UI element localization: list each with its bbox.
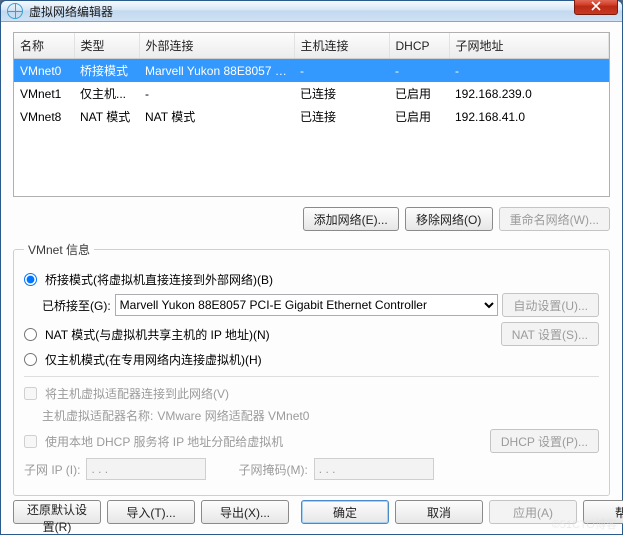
dhcp-row: 使用本地 DHCP 服务将 IP 地址分配给虚拟机 DHCP 设置(P)... [24, 429, 599, 453]
close-icon [591, 1, 601, 11]
bridge-to-label: 已桥接至(G): [42, 297, 111, 314]
col-name[interactable]: 名称 [14, 33, 74, 59]
divider [24, 376, 599, 377]
hostonly-radio-row: 仅主机模式(在专用网络内连接虚拟机)(H) [24, 351, 599, 368]
hostonly-radio-label: 仅主机模式(在专用网络内连接虚拟机)(H) [45, 351, 262, 368]
vmnet-info-legend: VMnet 信息 [24, 241, 94, 258]
col-dhcp[interactable]: DHCP [389, 33, 449, 59]
col-host[interactable]: 主机连接 [294, 33, 389, 59]
app-icon [7, 3, 23, 19]
bridge-adapter-combo[interactable]: Marvell Yukon 88E8057 PCI-E Gigabit Ethe… [115, 294, 499, 316]
vmnet-info-group: VMnet 信息 桥接模式(将虚拟机直接连接到外部网络)(B) 已桥接至(G):… [13, 241, 610, 496]
cancel-button[interactable]: 取消 [395, 500, 483, 524]
adapter-name-label: 主机虚拟适配器名称: [42, 407, 153, 424]
dhcp-label: 使用本地 DHCP 服务将 IP 地址分配给虚拟机 [45, 433, 283, 450]
add-network-button[interactable]: 添加网络(E)... [303, 207, 399, 231]
bottom-buttons: 还原默认设置(R) 导入(T)... 导出(X)... 确定 取消 应用(A) … [13, 500, 610, 524]
nat-radio[interactable] [24, 328, 37, 341]
bridge-radio-row: 桥接模式(将虚拟机直接连接到外部网络)(B) [24, 271, 599, 288]
nat-radio-label: NAT 模式(与虚拟机共享主机的 IP 地址)(N) [45, 326, 270, 343]
restore-defaults-button[interactable]: 还原默认设置(R) [13, 500, 101, 524]
dhcp-checkbox [24, 435, 37, 448]
connect-host-checkbox [24, 387, 37, 400]
table-buttons: 添加网络(E)... 移除网络(O) 重命名网络(W)... [13, 207, 610, 231]
col-subnet[interactable]: 子网地址 [449, 33, 609, 59]
connect-host-row: 将主机虚拟适配器连接到此网络(V) [24, 385, 599, 402]
import-button[interactable]: 导入(T)... [107, 500, 195, 524]
nat-settings-button: NAT 设置(S)... [501, 322, 599, 346]
subnet-mask-label: 子网掩码(M): [238, 461, 307, 478]
apply-button: 应用(A) [489, 500, 577, 524]
content: 名称 类型 外部连接 主机连接 DHCP 子网地址 VMnet0桥接模式Marv… [1, 22, 622, 534]
bridge-to-row: 已桥接至(G): Marvell Yukon 88E8057 PCI-E Gig… [42, 293, 599, 317]
hostonly-radio[interactable] [24, 353, 37, 366]
subnet-ip-label: 子网 IP (I): [24, 461, 80, 478]
table-row[interactable]: VMnet0桥接模式Marvell Yukon 88E8057 PCI-...-… [14, 59, 609, 83]
window-title: 虚拟网络编辑器 [29, 3, 574, 20]
ok-button[interactable]: 确定 [301, 500, 389, 524]
window: 虚拟网络编辑器 名称 类型 外部连接 主机连接 DHCP 子网地址 VMnet0… [0, 0, 623, 535]
subnet-ip-input [86, 458, 206, 480]
rename-network-button: 重命名网络(W)... [499, 207, 610, 231]
auto-settings-button: 自动设置(U)... [502, 293, 599, 317]
subnet-mask-input [314, 458, 434, 480]
table-header-row: 名称 类型 外部连接 主机连接 DHCP 子网地址 [14, 33, 609, 59]
titlebar: 虚拟网络编辑器 [1, 1, 622, 22]
adapter-name-row: 主机虚拟适配器名称: VMware 网络适配器 VMnet0 [42, 407, 599, 424]
col-type[interactable]: 类型 [74, 33, 139, 59]
remove-network-button[interactable]: 移除网络(O) [405, 207, 493, 231]
nat-radio-row: NAT 模式(与虚拟机共享主机的 IP 地址)(N) NAT 设置(S)... [24, 322, 599, 346]
bridge-radio[interactable] [24, 273, 37, 286]
connect-host-label: 将主机虚拟适配器连接到此网络(V) [45, 385, 229, 402]
col-ext[interactable]: 外部连接 [139, 33, 294, 59]
help-button[interactable]: 帮助 [583, 500, 623, 524]
close-button[interactable] [574, 0, 618, 15]
bridge-radio-label: 桥接模式(将虚拟机直接连接到外部网络)(B) [45, 271, 273, 288]
dhcp-settings-button: DHCP 设置(P)... [490, 429, 599, 453]
subnet-row: 子网 IP (I): 子网掩码(M): [24, 458, 599, 480]
table-row[interactable]: VMnet1仅主机...-已连接已启用192.168.239.0 [14, 82, 609, 105]
adapter-name-value: VMware 网络适配器 VMnet0 [157, 407, 309, 424]
network-table: 名称 类型 外部连接 主机连接 DHCP 子网地址 VMnet0桥接模式Marv… [13, 32, 610, 197]
export-button[interactable]: 导出(X)... [201, 500, 289, 524]
table-row[interactable]: VMnet8NAT 模式NAT 模式已连接已启用192.168.41.0 [14, 105, 609, 128]
